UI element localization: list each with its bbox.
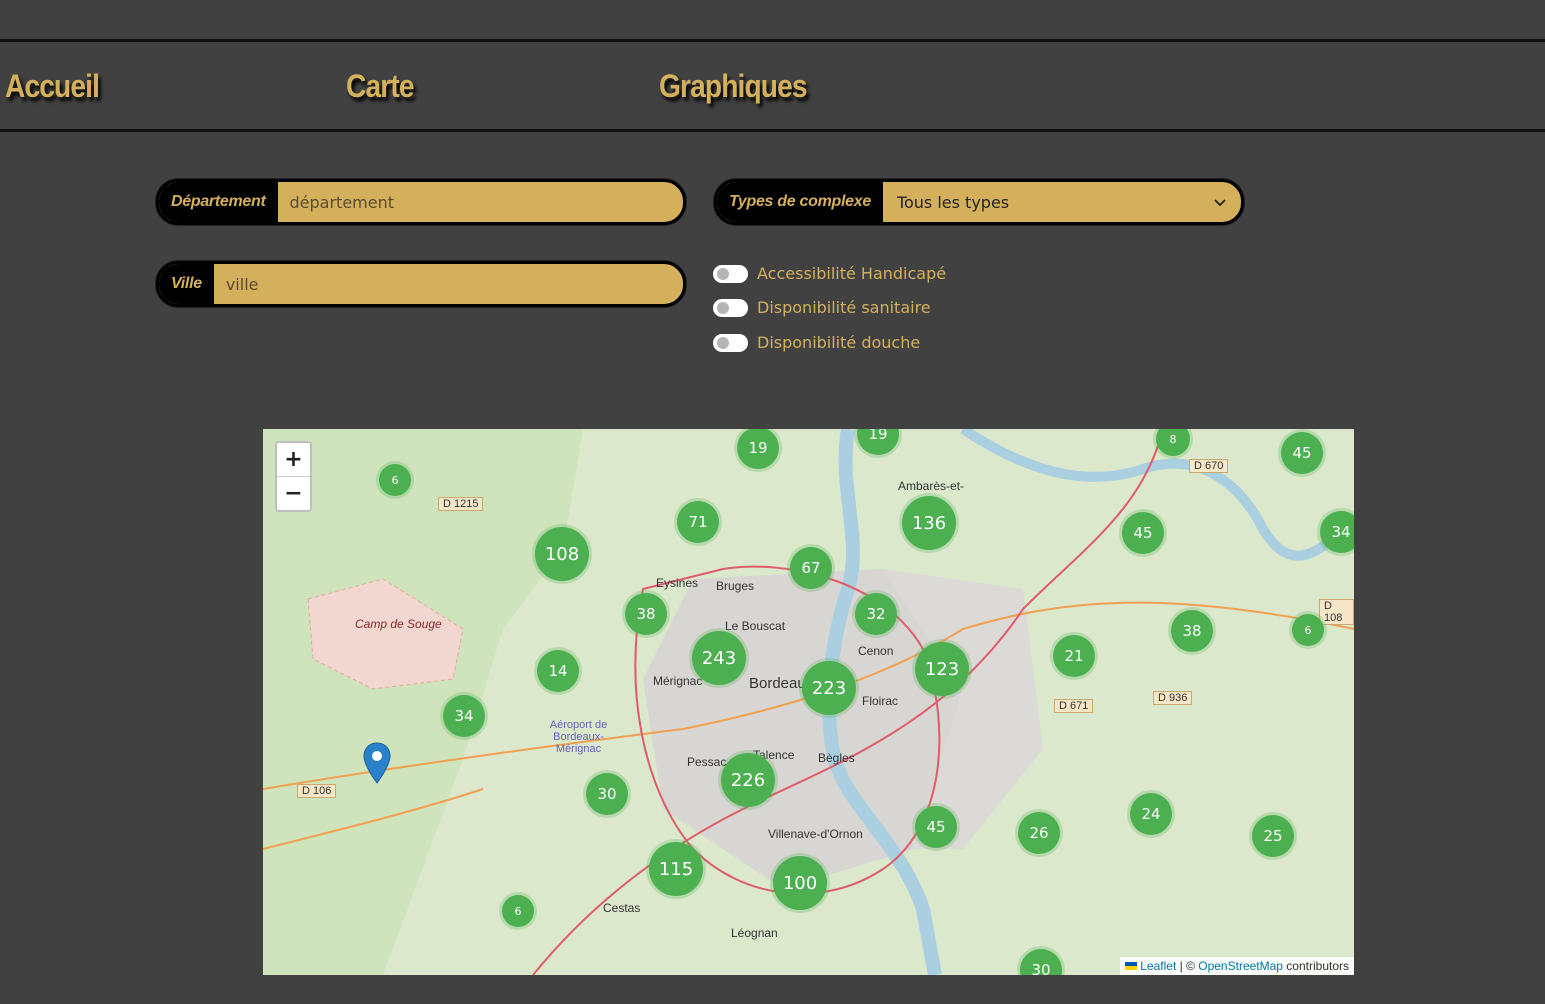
toggle-accessibility[interactable]: Accessibilité Handicapé [713,264,946,283]
cluster-marker[interactable]: 24 [1130,793,1172,835]
place-label: Léognan [731,926,778,940]
city-field: Ville [156,261,686,307]
cluster-marker[interactable]: 108 [535,527,589,581]
main-nav: Accueil Carte Graphiques [0,42,1545,132]
cluster-marker[interactable]: 34 [1320,511,1354,553]
nav-home[interactable]: Accueil [5,68,100,105]
map-view[interactable]: Camp de Souge Eysines Bruges Le Bouscat … [263,429,1354,975]
cluster-marker[interactable]: 6 [502,895,534,927]
cluster-marker[interactable]: 14 [537,650,579,692]
top-bar [0,0,1545,42]
cluster-marker[interactable]: 6 [379,464,411,496]
cluster-marker[interactable]: 123 [915,642,969,696]
department-label: Département [159,182,278,222]
cluster-marker[interactable]: 223 [802,661,856,715]
cluster-marker[interactable]: 45 [1281,432,1323,474]
place-label: Eysines [656,576,699,590]
chevron-down-icon [1213,193,1227,212]
complex-type-label: Types de complexe [717,182,883,222]
leaflet-link[interactable]: Leaflet [1140,959,1176,973]
place-label: Cestas [603,901,641,915]
cluster-marker[interactable]: 6 [1292,614,1324,646]
city-label: Ville [159,264,214,304]
road-label: D 936 [1153,691,1193,705]
cluster-marker[interactable]: 30 [586,773,628,815]
city-input[interactable] [213,264,683,304]
complex-type-value: Tous les types [896,192,1010,212]
attribution-contributors: contributors [1282,959,1349,973]
osm-link[interactable]: OpenStreetMap [1198,959,1283,973]
map-marker-icon[interactable] [363,742,391,788]
cluster-marker[interactable]: 32 [855,593,897,635]
zoom-control: + − [275,441,312,512]
nav-map[interactable]: Carte [346,68,414,105]
shower-switch[interactable] [713,333,748,352]
attribution-separator: | © [1176,959,1199,973]
zoom-out-button[interactable]: − [277,477,310,510]
cluster-marker[interactable]: 100 [773,856,827,910]
place-label: Bruges [716,579,755,593]
zoom-in-button[interactable]: + [277,443,310,477]
cluster-marker[interactable]: 45 [915,806,957,848]
accessibility-switch[interactable] [713,264,748,283]
road-label: D 106 [297,784,337,798]
place-label: Cenon [858,644,894,658]
road-label: D 670 [1189,459,1229,473]
department-input[interactable] [277,182,683,222]
road-label: D 108 [1319,599,1354,625]
place-label: Le Bouscat [725,619,786,633]
cluster-marker[interactable]: 243 [692,631,746,685]
place-label: Pessac [687,755,727,769]
toggle-shower[interactable]: Disponibilité douche [713,333,920,352]
place-label: Bègles [818,751,855,765]
place-label: Camp de Souge [355,617,442,631]
cluster-marker[interactable]: 34 [443,695,485,737]
cluster-marker[interactable]: 38 [625,593,667,635]
cluster-marker[interactable]: 226 [721,753,775,807]
sanitary-label: Disponibilité sanitaire [757,298,931,317]
complex-type-field: Types de complexe Tous les types [714,179,1244,225]
place-label: Villenave-d'Ornon [768,827,863,841]
sanitary-switch[interactable] [713,298,748,317]
complex-type-select[interactable]: Tous les types [883,182,1241,222]
place-label: Ambarès-et- [898,479,965,493]
place-label: Floirac [862,694,899,708]
cluster-marker[interactable]: 26 [1018,812,1060,854]
cluster-marker[interactable]: 67 [790,547,832,589]
cluster-marker[interactable]: 25 [1252,815,1294,857]
map-attribution: Leaflet | © OpenStreetMap contributors [1119,957,1354,975]
cluster-marker[interactable]: 45 [1122,512,1164,554]
cluster-marker[interactable]: 115 [649,842,703,896]
cluster-marker[interactable]: 136 [902,496,956,550]
road-label: D 1215 [438,497,484,511]
ukraine-flag-icon [1124,962,1137,970]
shower-label: Disponibilité douche [757,333,921,352]
accessibility-label: Accessibilité Handicapé [757,264,947,283]
place-label: Mérignac [653,674,703,688]
road-label: D 671 [1054,699,1094,713]
toggle-sanitary[interactable]: Disponibilité sanitaire [713,298,931,317]
cluster-marker[interactable]: 71 [677,501,719,543]
cluster-marker[interactable]: 19 [737,429,779,469]
nav-charts[interactable]: Graphiques [659,68,808,105]
department-field: Département [156,179,686,225]
cluster-marker[interactable]: 38 [1171,610,1213,652]
place-label: Aéroport de Bordeaux-Mérignac [549,719,608,755]
cluster-marker[interactable]: 21 [1053,635,1095,677]
